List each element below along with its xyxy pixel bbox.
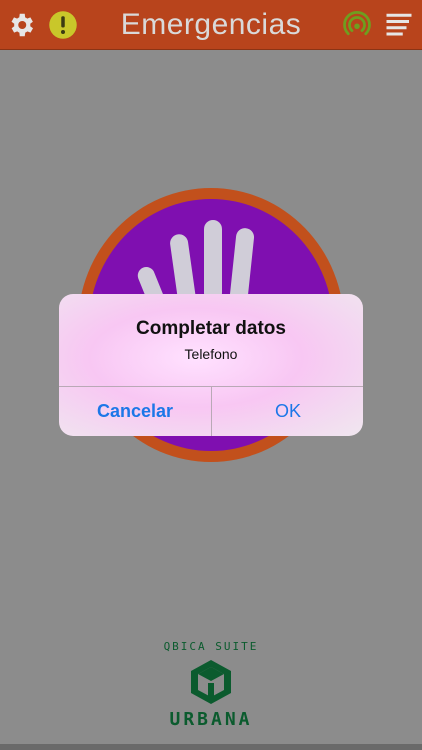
brand-logo: QBICA SUITE URBANA (150, 640, 272, 730)
ok-button[interactable]: OK (212, 387, 363, 436)
menu-icon[interactable] (384, 10, 414, 40)
brand-suite-label: QBICA SUITE (163, 640, 259, 653)
brand-name: URBANA (169, 709, 253, 730)
cancel-button[interactable]: Cancelar (59, 387, 211, 436)
cube-logo-icon (191, 660, 231, 704)
alert-dialog: Completar datos Telefono Cancelar OK (59, 294, 363, 436)
top-bar: Emergencias (0, 0, 422, 50)
bottom-edge (0, 744, 422, 750)
dialog-title: Completar datos (136, 318, 286, 339)
right-icon-group (342, 10, 414, 40)
broadcast-icon[interactable] (342, 10, 372, 40)
dialog-message: Telefono (184, 346, 238, 362)
